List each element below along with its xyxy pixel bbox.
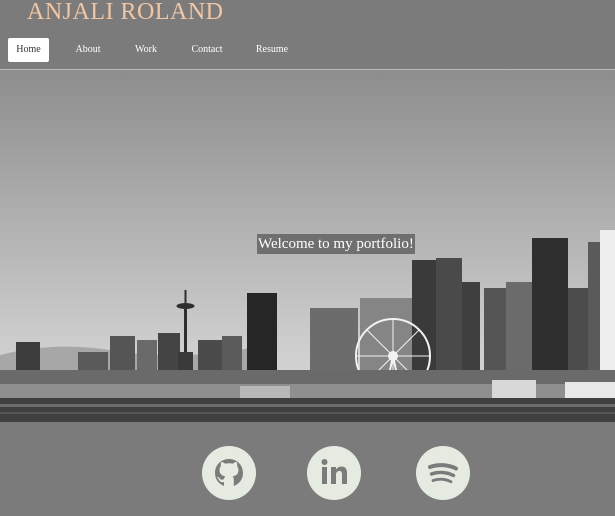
linkedin-link[interactable]: [307, 446, 361, 500]
nav-item-home[interactable]: Home: [8, 38, 49, 62]
nav-item-work[interactable]: Work: [128, 38, 164, 62]
github-icon: [215, 459, 243, 486]
nav-item-resume[interactable]: Resume: [252, 38, 292, 62]
github-link[interactable]: [202, 446, 256, 500]
linkedin-icon: [321, 459, 347, 484]
spotify-icon: [428, 463, 458, 484]
spotify-link[interactable]: [416, 446, 470, 500]
page: ANJALI ROLAND Home About Work Contact Re…: [0, 0, 615, 516]
site-title[interactable]: ANJALI ROLAND: [27, 0, 223, 24]
nav-item-about[interactable]: About: [68, 38, 108, 62]
welcome-banner: Welcome to my portfolio!: [257, 234, 415, 254]
nav-item-contact[interactable]: Contact: [186, 38, 228, 62]
